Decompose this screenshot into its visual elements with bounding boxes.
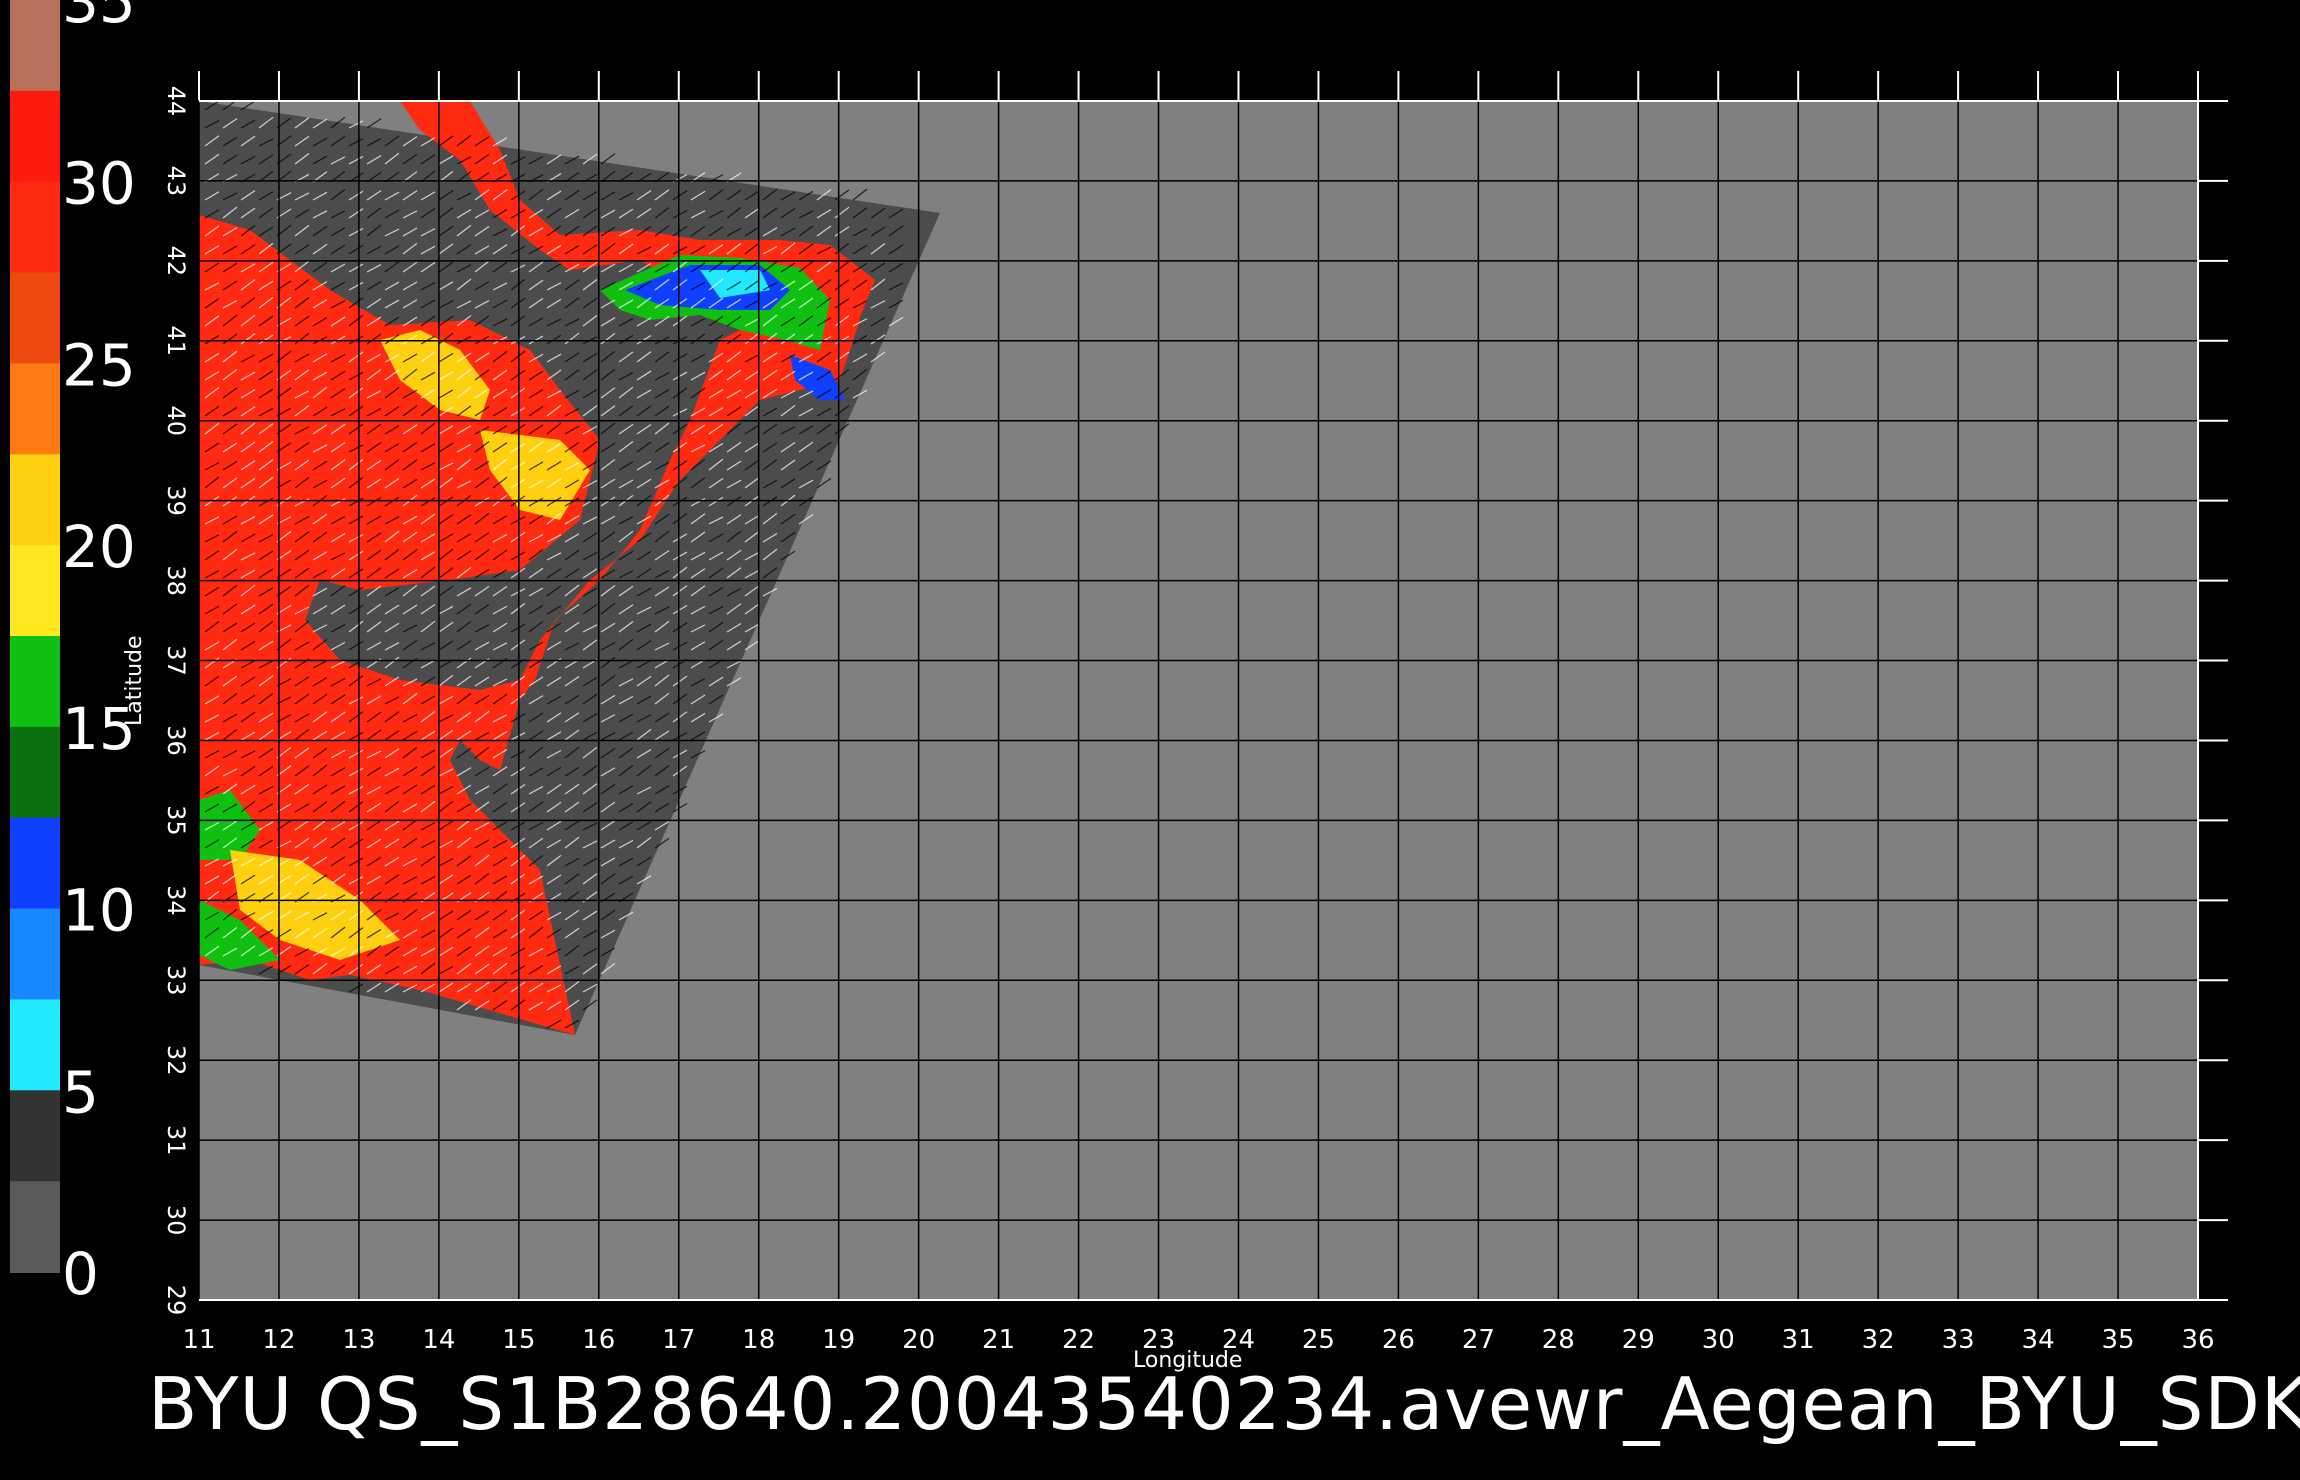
longitude-tick-label: 19 xyxy=(822,1325,855,1355)
longitude-tick-label: 32 xyxy=(1862,1325,1895,1355)
longitude-tick-label: 33 xyxy=(1942,1325,1975,1355)
colorbar-segment xyxy=(10,999,60,1092)
latitude-tick-label: 33 xyxy=(162,965,190,996)
longitude-tick-label: 35 xyxy=(2101,1325,2134,1355)
latitude-tick-label: 35 xyxy=(162,805,190,836)
longitude-tick-label: 14 xyxy=(422,1325,455,1355)
latitude-tick-label: 31 xyxy=(162,1125,190,1156)
longitude-tick-label: 11 xyxy=(182,1325,215,1355)
latitude-tick-label: 42 xyxy=(162,246,190,277)
longitude-tick-label: 28 xyxy=(1542,1325,1575,1355)
latitude-tick-label: 41 xyxy=(162,326,190,357)
colorbar-tick-label: 25 xyxy=(62,331,136,399)
longitude-tick-label: 26 xyxy=(1382,1325,1415,1355)
colorbar-segment xyxy=(10,726,60,819)
latitude-tick-label: 37 xyxy=(162,645,190,676)
longitude-tick-label: 15 xyxy=(502,1325,535,1355)
latitude-tick-label: 38 xyxy=(162,565,190,596)
longitude-tick-label: 12 xyxy=(262,1325,295,1355)
longitude-tick-label: 30 xyxy=(1702,1325,1735,1355)
colorbar: 35302520151050 xyxy=(10,0,136,1308)
colorbar-segment xyxy=(10,272,60,365)
wind-map-figure: 35302520151050 11 12 13 14 15 16 17 18 19 20 21 22 2… xyxy=(10,0,2228,1355)
longitude-tick-label: 13 xyxy=(342,1325,375,1355)
colorbar-tick-label: 10 xyxy=(62,877,136,945)
longitude-tick-label: 20 xyxy=(902,1325,935,1355)
colorbar-segment xyxy=(10,636,60,728)
latitude-tick-label: 29 xyxy=(162,1285,190,1316)
longitude-tick-label: 29 xyxy=(1622,1325,1655,1355)
latitude-tick-label: 39 xyxy=(162,485,190,516)
longitude-tick-label: 22 xyxy=(1062,1325,1095,1355)
colorbar-segment xyxy=(10,1181,60,1273)
colorbar-segment xyxy=(10,908,60,1001)
latitude-tick-label: 32 xyxy=(162,1045,190,1076)
longitude-tick-label: 21 xyxy=(982,1325,1015,1355)
colorbar-segment xyxy=(10,90,60,183)
longitude-tick-label: 25 xyxy=(1302,1325,1335,1355)
longitude-tick-label: 36 xyxy=(2181,1325,2214,1355)
longitude-tick-label: 18 xyxy=(742,1325,775,1355)
latitude-axis-label: Latitude xyxy=(122,635,147,726)
longitude-tick-label: 34 xyxy=(2022,1325,2055,1355)
colorbar-segment xyxy=(10,545,60,637)
longitude-tick-label: 27 xyxy=(1462,1325,1495,1355)
latitude-tick-label: 40 xyxy=(162,405,190,436)
colorbar-segment xyxy=(10,0,60,92)
longitude-tick-label: 17 xyxy=(662,1325,695,1355)
colorbar-tick-label: 0 xyxy=(62,1240,99,1308)
colorbar-segment xyxy=(10,181,60,274)
colorbar-segment xyxy=(10,1090,60,1183)
longitude-tick-label: 16 xyxy=(582,1325,615,1355)
colorbar-tick-label: 30 xyxy=(62,150,136,218)
latitude-tick-label: 36 xyxy=(162,725,190,756)
latitude-tick-label: 44 xyxy=(162,86,190,117)
map-area: 11 12 13 14 15 16 17 18 19 20 21 22 23 24 25 26 27 28 29 30… xyxy=(162,71,2228,1355)
latitude-tick-labels: 29 30 31 32 33 34 35 36 37 38 39 40 41 42 43 44 xyxy=(162,86,190,1316)
colorbar-tick-label: 20 xyxy=(62,513,136,581)
colorbar-tick-label: 35 xyxy=(62,0,136,36)
colorbar-segment xyxy=(10,363,60,456)
colorbar-segment xyxy=(10,454,60,547)
colorbar-tick-label: 5 xyxy=(62,1058,99,1126)
colorbar-segment xyxy=(10,817,60,910)
latitude-tick-label: 43 xyxy=(162,166,190,197)
footer-title: BYU QS_S1B28640.20043540234.avewr_Aegean… xyxy=(148,1362,2300,1446)
longitude-tick-label: 31 xyxy=(1782,1325,1815,1355)
latitude-tick-label: 30 xyxy=(162,1205,190,1236)
latitude-tick-label: 34 xyxy=(162,885,190,916)
